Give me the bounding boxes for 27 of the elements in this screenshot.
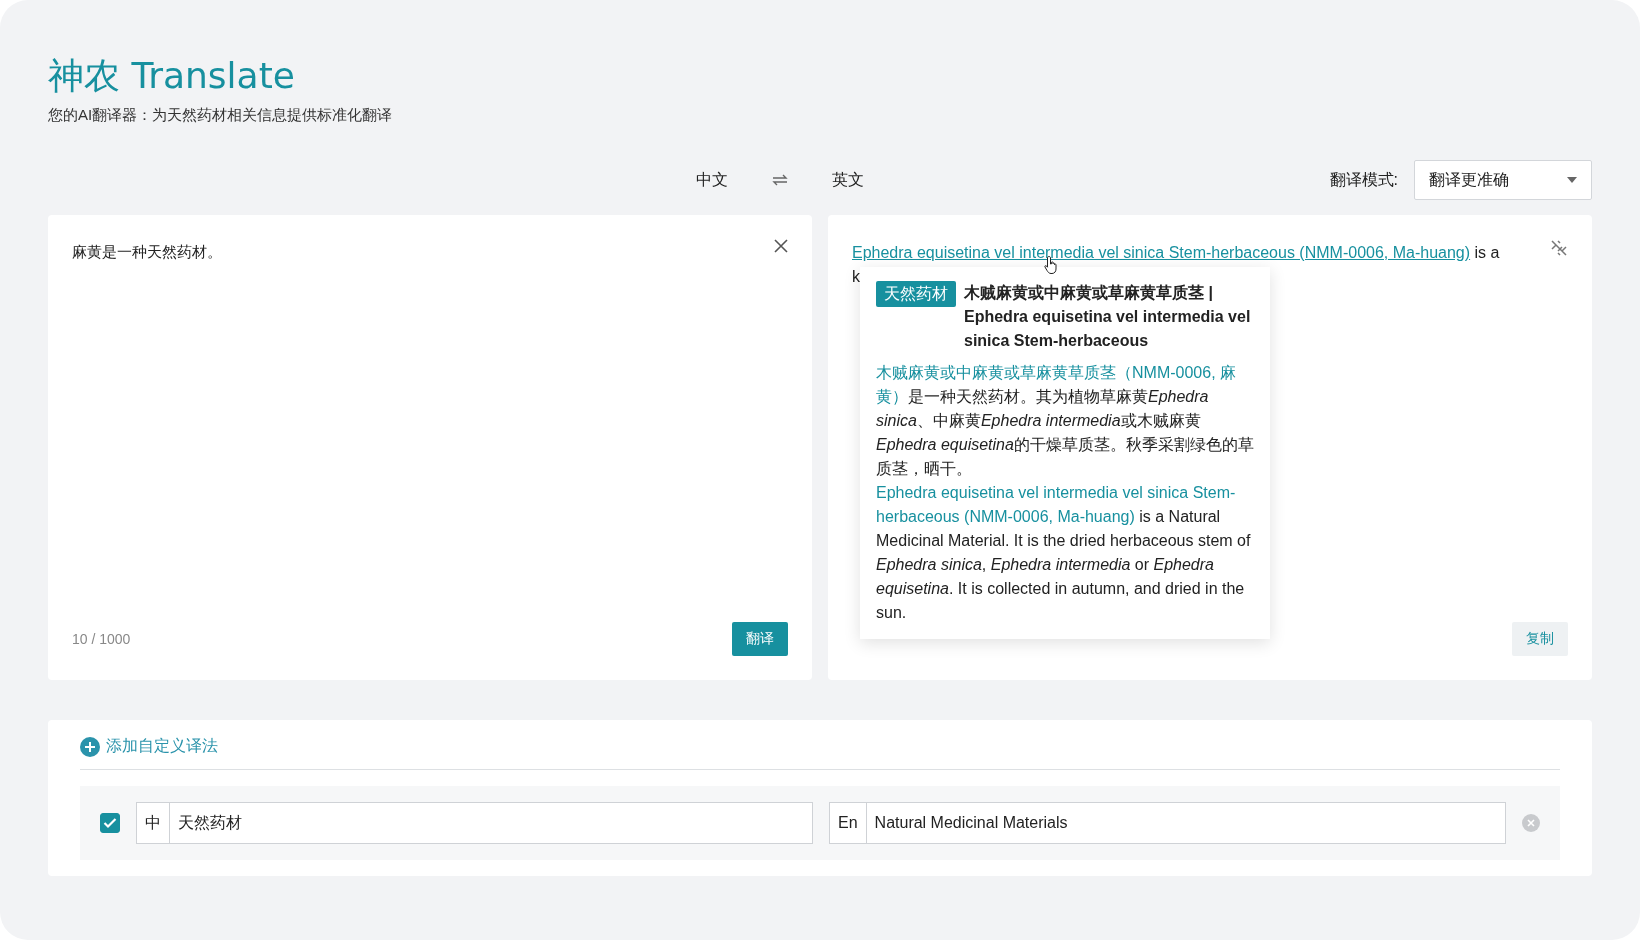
source-text[interactable]: 麻黄是一种天然药材。: [72, 243, 222, 262]
mode-select[interactable]: 翻译更准确: [1414, 160, 1592, 200]
caret-icon: [1567, 177, 1577, 183]
checkmark-icon: [103, 817, 117, 829]
target-language[interactable]: 英文: [832, 169, 864, 191]
add-icon: [80, 736, 100, 757]
output-text: is a: [1474, 244, 1500, 261]
copy-button[interactable]: 复制: [1512, 622, 1568, 656]
close-icon[interactable]: [774, 239, 788, 253]
app-title: 神农 Translate: [48, 54, 296, 98]
mode-label: 翻译模式:: [1329, 169, 1398, 190]
popup-description: Ephedra equisetina vel intermedia vel sinica Stem-herbaceous (NMM-0006, Ma-huang) is a Natural Medicinal Material. It is the dried herbaceous stem of Ephedra sinica, Ephedra intermedia or Ephedra equisetina. It is collected in autumn, and dried in the sun.: [876, 483, 1252, 623]
source-term-field[interactable]: 中 天然药材: [136, 802, 813, 844]
character-counter: 10 / 1000: [72, 631, 131, 647]
swap-icon[interactable]: [772, 174, 788, 186]
source-language[interactable]: 中文: [696, 169, 728, 191]
popup-description: 木贼麻黄或中麻黄或草麻黄草质茎（NMM-0006, 麻黄）是一种天然药材。其为植物草麻黄Ephedra sinica、中麻黄Ephedra intermedia或木贼麻黄 Ephedra equisetina的干燥草质茎。秋季采割绿色的草质茎，晒干。: [876, 363, 1254, 479]
popup-title: 木贼麻黄或中麻黄或草麻黄草质茎 | Ephedra equisetina vel intermedia vel sinica Stem-herbaceous: [964, 283, 1252, 351]
checkbox[interactable]: [100, 813, 120, 833]
unlink-icon[interactable]: [1550, 239, 1568, 257]
add-custom-translation-button[interactable]: 添加自定义译法: [80, 736, 218, 757]
app-subtitle: 您的AI翻译器：为天然药材相关信息提供标准化翻译: [48, 106, 394, 125]
category-tag: 天然药材: [876, 281, 956, 307]
translate-button[interactable]: 翻译: [732, 622, 788, 656]
term-link[interactable]: Ephedra equisetina vel intermedia vel sinica Stem-herbaceous (NMM-0006, Ma-huang): [852, 244, 1471, 261]
output-text: k: [852, 267, 861, 287]
target-term-field[interactable]: En Natural Medicinal Materials: [829, 802, 1506, 844]
